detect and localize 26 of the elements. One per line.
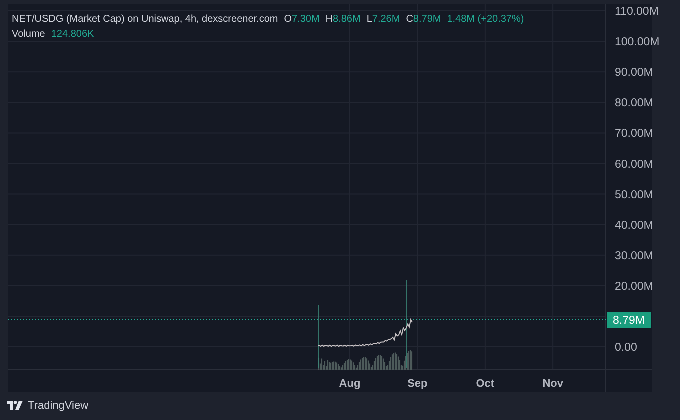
ohlc-value: H8.86M xyxy=(326,13,361,27)
price-axis-label: 60.00M xyxy=(615,158,654,171)
brand-name: TradingView xyxy=(28,400,89,412)
price-axis-label: 80.00M xyxy=(615,98,654,110)
ohlc-value: L7.26M xyxy=(366,13,400,27)
price-axis-label: 0.00 xyxy=(615,342,638,354)
price-axis-label: 40.00M xyxy=(615,220,654,232)
price-axis-label: 110.00M xyxy=(615,6,659,18)
ohlc-value: C8.79M xyxy=(406,13,442,27)
time-axis-label: Sep xyxy=(408,378,428,390)
time-axis-label: Aug xyxy=(339,378,361,390)
ohlc-value: O7.30M xyxy=(284,13,320,27)
price-change: 1.48M (+20.37%) xyxy=(447,13,524,27)
logo-icon xyxy=(7,401,23,411)
time-axis-label: Nov xyxy=(542,378,564,390)
last-price-label: 8.79M xyxy=(607,312,651,328)
price-axis-label: 50.00M xyxy=(615,189,654,202)
price-axis-label: 90.00M xyxy=(615,67,654,80)
price-axis-label: 100.00M xyxy=(615,36,660,49)
volume-label: Volume xyxy=(12,28,46,42)
volume-value: 124.806K xyxy=(51,28,94,42)
time-axis-label: Oct xyxy=(476,378,495,390)
chart-title: NET/USDG (Market Cap) on Uniswap, 4h, dexscreener.com xyxy=(12,13,278,27)
price-axis-label: 70.00M xyxy=(615,128,654,140)
price-axis-label: 20.00M xyxy=(615,280,654,293)
price-axis-label: 30.00M xyxy=(615,250,654,262)
